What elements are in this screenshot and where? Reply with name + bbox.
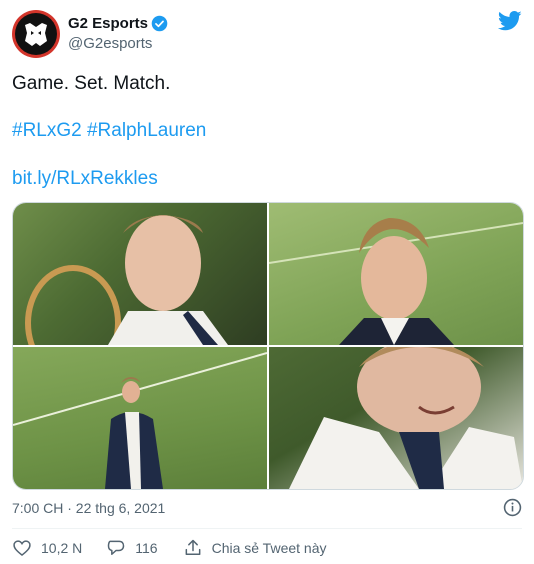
info-icon[interactable]: [503, 498, 522, 517]
photo-person-tennis-racket: [25, 215, 228, 345]
photo-person-smiling: [289, 347, 523, 489]
divider: [12, 528, 522, 529]
share-button[interactable]: Chia sẻ Tweet này: [183, 538, 327, 558]
photo-person-walking: [13, 352, 267, 489]
account-name-row[interactable]: G2 Esports: [68, 15, 168, 32]
verified-badge-icon: [151, 15, 168, 32]
reply-count: 116: [135, 540, 158, 556]
hashtag-link[interactable]: #RalphLauren: [87, 120, 206, 141]
reply-bubble-icon: [108, 540, 125, 555]
tweet-timestamp[interactable]: 7:00 CH · 22 thg 6, 2021: [12, 500, 165, 516]
photo-2[interactable]: [269, 203, 523, 345]
heart-icon: [13, 540, 31, 557]
tweet-text-line: Game. Set. Match.: [12, 73, 171, 94]
g2-logo-icon: [15, 13, 57, 55]
share-upload-icon: [185, 539, 200, 555]
reply-button[interactable]: 116: [106, 538, 158, 558]
photo-person-portrait: [269, 218, 523, 345]
tweet-hashtags: #RLxG2 #RalphLauren: [12, 119, 206, 143]
like-button[interactable]: 10,2 N: [12, 538, 82, 558]
tweet-actions: 10,2 N 116 Chia sẻ Tweet này: [12, 538, 327, 558]
photo-3[interactable]: [13, 347, 267, 489]
account-handle[interactable]: @G2esports: [68, 35, 152, 52]
share-label: Chia sẻ Tweet này: [211, 540, 327, 556]
tweet-link[interactable]: bit.ly/RLxRekkles: [12, 167, 158, 191]
hashtag-link[interactable]: #RLxG2: [12, 120, 82, 141]
photo-4[interactable]: [269, 347, 523, 489]
account-name[interactable]: G2 Esports: [68, 15, 148, 32]
like-count: 10,2 N: [41, 540, 83, 556]
twitter-bird-icon[interactable]: [498, 11, 522, 31]
photo-1[interactable]: [13, 203, 267, 345]
avatar[interactable]: [12, 10, 60, 58]
media-grid: [12, 202, 524, 490]
